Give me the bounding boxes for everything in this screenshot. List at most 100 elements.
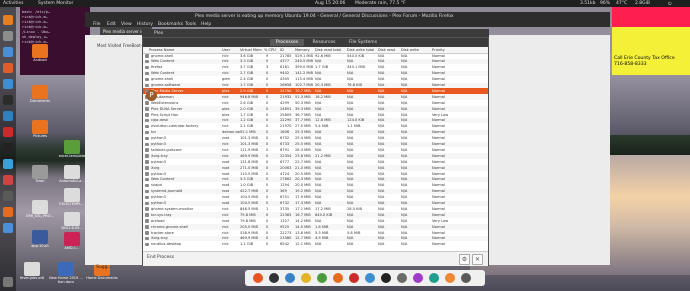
table-row[interactable]: gnome-shell gdm 2.4 GiB 0 4305 115.4 MiB N/A N/… [143,77,488,83]
activities-button[interactable]: Activities [3,1,24,6]
col-process-name[interactable]: Process Name [149,48,174,52]
firefox-icon[interactable] [3,15,13,25]
table-row[interactable]: evolution-calendar-factory rick 2.1 GiB 0 21… [143,124,488,130]
thunderbird-icon[interactable] [3,47,13,57]
app-lightblue-icon[interactable] [365,273,375,283]
settings-icon[interactable] [3,79,13,89]
table-row[interactable]: systemd-journald root 422.7 MiB 0 369 19.2 Mi… [143,188,488,195]
app-blue-icon[interactable] [3,159,13,169]
app-orange-icon[interactable] [3,207,13,217]
col-memory[interactable]: Memory [295,48,310,52]
col-priority[interactable]: Priority [432,48,445,52]
amazon-icon[interactable] [3,143,13,153]
app-orange-icon[interactable] [445,273,455,283]
col-cpu[interactable]: % CPU [264,48,276,52]
table-row[interactable]: python3 root 101.3 MiB 0 6752 25.4 MiB N/A N/A N… [143,136,488,142]
menu-edit[interactable]: Edit [107,22,116,27]
app-green-icon[interactable] [317,273,327,283]
table-row[interactable]: Plex Media Server plex 2.9 GiB 0 24750 70.7 M… [143,88,488,94]
table-row[interactable]: Web Content rick 2.7 GiB 0 9402 141.2 MiB N/A N… [143,70,488,77]
table-row[interactable]: Xorg root 271.0 MiB 0 20063 21.0 MiB N/A N/A N/A… [143,165,488,171]
col-disk-write-total[interactable]: Disk write total [347,48,374,52]
app-red-icon[interactable] [349,273,359,283]
table-row[interactable]: goa-daemon rick 946.8 MiB 0 21932 51.3 MiB 18.… [143,94,488,100]
ubuntu-icon[interactable] [253,273,263,283]
desktop-icon[interactable]: Pictures [22,120,58,138]
table-row[interactable]: Web Content rick 3.3 GiB 0 4377 240.5 MiB N/A N… [143,58,488,65]
app-grey-icon[interactable] [3,191,13,201]
weather-indicator[interactable]: Moderate rain, 77.5 °F [355,1,406,6]
table-row[interactable]: tallskier-guiscore rick 111.9 MiB 0 6791 28.3… [143,147,488,153]
desktop-icon[interactable]: Trash [22,165,58,183]
app-dark-icon[interactable] [269,273,279,283]
show-apps-icon[interactable] [3,277,13,287]
desktop-icon[interactable]: fever-jobs.odt [14,262,50,280]
terminal-icon[interactable] [3,95,13,105]
col-id[interactable]: ID [280,48,284,52]
menu-help[interactable]: Help [201,22,211,27]
menu-tools[interactable]: Tools [185,22,196,27]
table-row[interactable]: firefox rick 3.7 GiB 3 6181 399.0 MiB 1.7 GiB 3… [143,65,488,71]
menu-history[interactable]: History [137,22,153,27]
table-row[interactable]: tor-sys-tray rick 79.8 MiB 0 22365 16.7 MiB 64… [143,212,488,218]
tab-processes[interactable]: Processes [270,39,304,46]
app-pink-icon[interactable] [3,175,13,185]
firefox-icon[interactable] [333,273,343,283]
close-icon[interactable]: ✕ [472,254,483,265]
software-icon[interactable] [3,63,13,73]
app-lightblue-icon[interactable] [3,223,13,233]
table-row[interactable]: python3 root 104.5 MiB 0 6732 17.3 MiB N/A N/A N… [143,200,488,206]
table-row[interactable]: tor debian-tor 52.1 MiB 0 1606 25.3 MiB N/A N/A… [143,129,488,136]
gear-icon[interactable]: ⚙ [459,254,470,265]
table-row[interactable]: python3 root 110.5 MiB 0 4724 20.5 MiB N/A N/A N… [143,171,488,177]
table-row[interactable]: WebExtensions rick 2.6 GiB 0 4299 50.3 MiB N/A… [143,100,488,106]
sysmon-titlebar[interactable]: Plex [142,29,489,37]
firefox-titlebar[interactable]: Plex media server is eating up memory Ub… [85,12,610,20]
col-virtual-mem[interactable]: Virtual Mem [240,48,262,52]
app-grey-icon[interactable] [397,273,407,283]
desktop-icon[interactable]: ERR_SSL_PRO… [22,200,58,218]
desktop-icon[interactable]: app-10.sh [22,230,58,248]
app-teal-icon[interactable] [429,273,439,283]
table-row[interactable]: Xorg-tray rick 469.9 MiB 0 23380 12.7 MiB 4.9 … [143,235,488,242]
table-row[interactable]: Xorg-tray rick 469.9 MiB 0 22354 23.8 MiB 21.2… [143,153,488,159]
app-purple-icon[interactable] [413,273,423,283]
table-row[interactable]: Web Content rick 3.3 GiB 0 27862 20.3 MiB N/A N… [143,176,488,183]
table-row[interactable]: gnome-system-monitor rick 846.5 MiB 1 3735 17… [143,206,488,212]
menu-bookmarks[interactable]: Bookmarks [158,22,183,27]
clock[interactable]: Aug 15 20:06 [315,1,345,6]
col-user[interactable]: User [222,48,230,52]
table-row[interactable]: Plex Script Hos plex 1.7 GiB 0 25809 36.7 MiB… [143,112,488,118]
table-row[interactable]: python3 root 104.5 MiB 0 6751 17.9 MiB N/A N/A N… [143,195,488,201]
table-row[interactable]: nautilus-desktop rick 1.1 GiB 0 6542 12.1 MiB… [143,242,488,248]
table-row[interactable]: gnome-shell rick 3.6 GiB 9 21785 529.1 MiB 92.… [143,53,488,59]
desktop-icon[interactable]: New Home 2019 … tion.docx [48,262,84,284]
tab-file-systems[interactable]: File Systems [344,39,382,46]
end-process-button[interactable]: End Process [147,255,174,260]
calendar-icon[interactable] [3,111,13,121]
bookmark-most-visited[interactable]: Most Visited [97,43,121,48]
desktop-icon[interactable]: Documents [22,85,58,103]
table-row[interactable]: snapd root 1.0 GiB 0 1294 20.0 MiB N/A N/A N/A N/… [143,183,488,189]
menu-view[interactable]: View [121,22,132,27]
table-row[interactable]: gnome-software rick 1.7 GiB 0 26658 102.7 MiB… [143,82,488,88]
app-red-icon[interactable] [3,127,13,137]
desktop-icon[interactable]: Android [22,44,58,62]
app-darkgrey-icon[interactable] [461,273,471,283]
app-yellow-icon[interactable] [301,273,311,283]
files-icon[interactable] [3,31,13,41]
table-row[interactable]: chrome-gnome-shell rick 205.0 MiB 0 9525 14.0… [143,224,488,230]
terminal-window[interactable]: bash: /etc/p… rick@rick-m… rick@rick-m… … [20,7,90,75]
table-row[interactable]: tracker-store rick 538.9 MiB 0 22273 13.8 MiB… [143,230,488,236]
table-row[interactable]: python3 rick 101.3 MiB 0 6733 25.5 MiB N/A N/A N… [143,141,488,147]
app-menu[interactable]: System Monitor [38,1,73,6]
table-row[interactable]: Plex DLNA Server plex 2.0 GiB 0 24891 39.3 Mi… [143,106,488,112]
table-row[interactable]: caja-desk rick 1.2 GiB 0 22290 37.7 MiB 12.8 M… [143,117,488,124]
col-disk-read[interactable]: Disk read [378,48,395,52]
app-blue-icon[interactable] [285,273,295,283]
sticky-note-yellow[interactable] [612,27,690,75]
col-disk-read-total[interactable]: Disk read total [315,48,341,52]
tab-resources[interactable]: Resources [307,39,341,46]
table-row[interactable]: python3 root 131.8 MiB 0 6777 22.7 MiB N/A N/A N… [143,159,488,165]
menu-file[interactable]: File [93,22,101,27]
